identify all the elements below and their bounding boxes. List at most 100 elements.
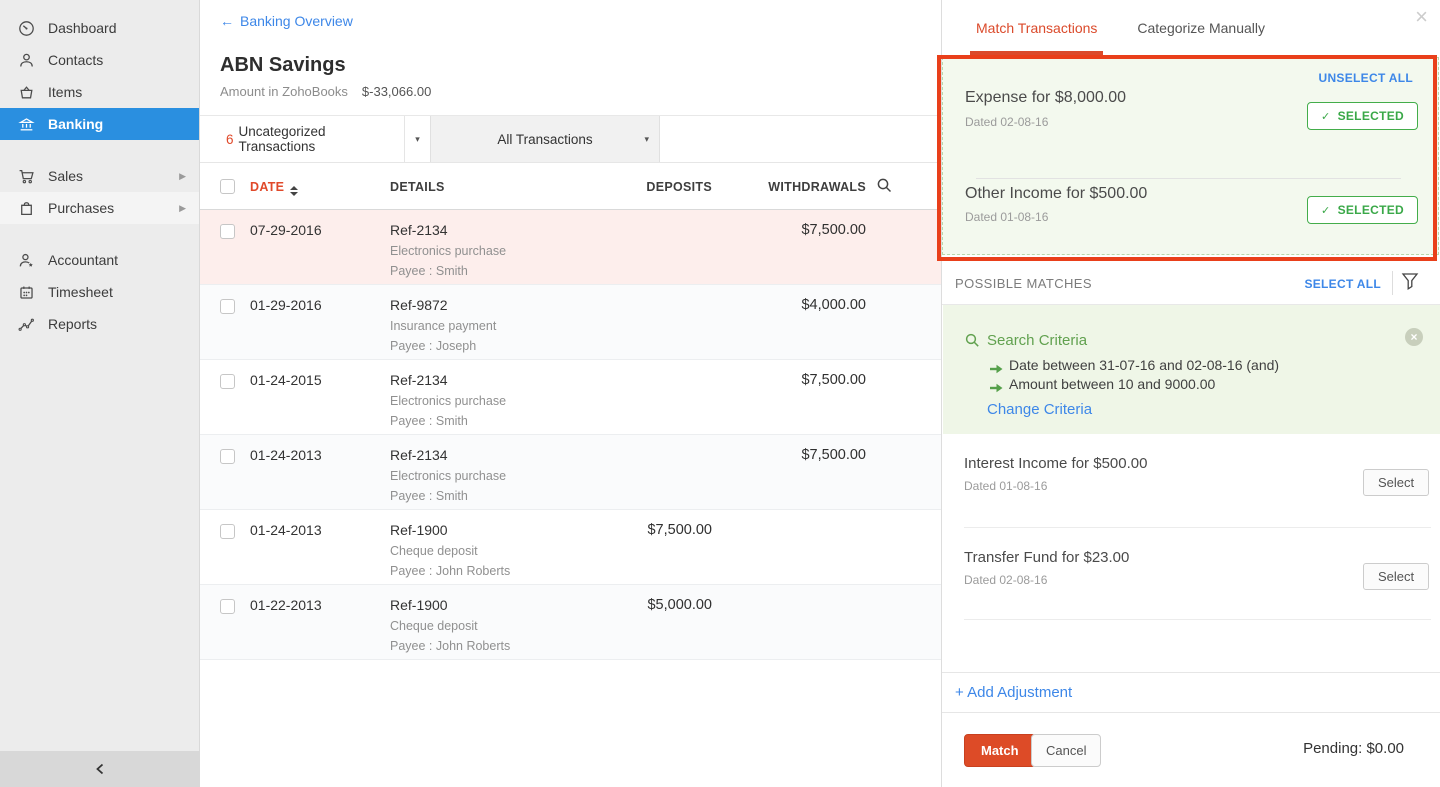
transaction-date: 01-24-2015 (250, 372, 322, 388)
transaction-ref: Ref-2134 (390, 222, 448, 238)
chevron-right-icon: ▶ (179, 203, 186, 214)
add-adjustment-link[interactable]: + Add Adjustment (955, 684, 1072, 701)
items-icon (18, 84, 35, 101)
sidebar-item-label: Purchases (48, 200, 114, 216)
divider (964, 619, 1431, 620)
selected-button[interactable]: ✓SELECTED (1307, 196, 1418, 224)
sidebar: Dashboard Contacts Items Banking Sales ▶ (0, 0, 200, 787)
close-criteria-icon[interactable]: × (1405, 328, 1423, 346)
uncategorized-dropdown-button[interactable]: ▾ (404, 116, 430, 162)
sidebar-item-purchases[interactable]: Purchases ▶ (0, 192, 199, 224)
transaction-date: 01-22-2013 (250, 597, 322, 613)
row-checkbox[interactable] (220, 299, 235, 314)
uncategorized-transactions-tab[interactable]: 6 Uncategorized Transactions (200, 116, 404, 162)
back-link-label: Banking Overview (240, 13, 353, 29)
table-row[interactable]: 07-29-2016 Ref-2134 Electronics purchase… (200, 210, 941, 285)
close-icon[interactable]: × (1415, 6, 1428, 28)
panel-tabs: Match Transactions Categorize Manually × (942, 0, 1440, 55)
search-icon[interactable] (876, 177, 893, 197)
match-item-dated: Dated 01-08-16 (964, 479, 1047, 493)
selected-item-dated: Dated 02-08-16 (965, 115, 1048, 129)
table-row[interactable]: 01-24-2013 Ref-2134 Electronics purchase… (200, 435, 941, 510)
check-icon: ✓ (1321, 204, 1331, 217)
transactions-filter-bar: 6 Uncategorized Transactions ▾ All Trans… (200, 115, 941, 163)
transactions-table: 07-29-2016 Ref-2134 Electronics purchase… (200, 210, 941, 660)
dashboard-icon (18, 20, 35, 37)
contacts-icon (18, 52, 35, 69)
transaction-payee: Payee : Smith (390, 264, 468, 278)
uncategorized-count: 6 (226, 132, 234, 147)
transaction-deposit: $5,000.00 (612, 597, 712, 613)
transaction-withdrawal: $7,500.00 (746, 372, 866, 388)
divider (942, 672, 1440, 673)
transaction-date: 01-29-2016 (250, 297, 322, 313)
cancel-button[interactable]: Cancel (1031, 734, 1101, 767)
row-checkbox[interactable] (220, 524, 235, 539)
sidebar-item-banking[interactable]: Banking (0, 108, 199, 140)
sidebar-item-label: Banking (48, 116, 103, 132)
criteria-amount-line: Amount between 10 and 9000.00 (1009, 376, 1215, 392)
nav-group-divider (0, 224, 199, 244)
back-to-banking-overview-link[interactable]: ← Banking Overview (220, 13, 353, 29)
change-criteria-link[interactable]: Change Criteria (987, 401, 1092, 418)
tab-categorize-manually[interactable]: Categorize Manually (1131, 0, 1271, 55)
account-subtitle: Amount in ZohoBooks $-33,066.00 (220, 84, 431, 99)
sidebar-item-accountant[interactable]: Accountant (0, 244, 199, 276)
transaction-payee: Payee : Smith (390, 489, 468, 503)
selected-button[interactable]: ✓SELECTED (1307, 102, 1418, 130)
sidebar-item-reports[interactable]: Reports (0, 308, 199, 340)
sidebar-item-sales[interactable]: Sales ▶ (0, 160, 199, 192)
transaction-withdrawal: $7,500.00 (746, 222, 866, 238)
account-title: ABN Savings (220, 54, 346, 77)
sidebar-item-contacts[interactable]: Contacts (0, 44, 199, 76)
selected-matches-section: UNSELECT ALL Expense for $8,000.00 Dated… (942, 57, 1439, 255)
transaction-date: 01-24-2013 (250, 447, 322, 463)
column-header-date[interactable]: DATE (250, 180, 298, 196)
row-checkbox[interactable] (220, 449, 235, 464)
possible-matches-title: POSSIBLE MATCHES (955, 276, 1092, 291)
selected-item-title: Other Income for $500.00 (965, 185, 1147, 203)
match-item-title: Interest Income for $500.00 (964, 455, 1147, 472)
match-button[interactable]: Match (964, 734, 1036, 767)
banking-icon (18, 116, 35, 133)
uncategorized-label: Uncategorized Transactions (239, 124, 404, 154)
filter-icon[interactable] (1401, 272, 1419, 297)
amount-label: Amount in ZohoBooks (220, 84, 348, 99)
column-header-deposits: DEPOSITS (612, 180, 712, 194)
select-button[interactable]: Select (1363, 469, 1429, 496)
sidebar-item-dashboard[interactable]: Dashboard (0, 12, 199, 44)
divider (942, 712, 1440, 713)
tab-match-transactions[interactable]: Match Transactions (970, 0, 1103, 55)
table-row[interactable]: 01-22-2013 Ref-1900 Cheque deposit Payee… (200, 585, 941, 660)
back-arrow-icon: ← (220, 13, 234, 29)
select-button[interactable]: Select (1363, 563, 1429, 590)
row-checkbox[interactable] (220, 599, 235, 614)
match-item-dated: Dated 02-08-16 (964, 573, 1047, 587)
row-checkbox[interactable] (220, 224, 235, 239)
sidebar-item-timesheet[interactable]: Timesheet (0, 276, 199, 308)
selected-item-title: Expense for $8,000.00 (965, 89, 1126, 107)
possible-matches-header: POSSIBLE MATCHES SELECT ALL (942, 261, 1440, 305)
transaction-payee: Payee : Smith (390, 414, 468, 428)
transaction-ref: Ref-1900 (390, 522, 448, 538)
table-row[interactable]: 01-24-2015 Ref-2134 Electronics purchase… (200, 360, 941, 435)
select-all-checkbox[interactable] (220, 179, 235, 194)
sidebar-collapse-button[interactable] (0, 751, 200, 787)
unselect-all-link[interactable]: UNSELECT ALL (1319, 71, 1414, 85)
amount-value: $-33,066.00 (362, 84, 431, 99)
row-checkbox[interactable] (220, 374, 235, 389)
table-header: DATE DETAILS DEPOSITS WITHDRAWALS (200, 163, 941, 210)
transaction-deposit: $7,500.00 (612, 522, 712, 538)
criteria-date-line: Date between 31-07-16 and 02-08-16 (and) (1009, 357, 1279, 373)
sidebar-item-label: Dashboard (48, 20, 117, 36)
transaction-payee: Payee : John Roberts (390, 639, 510, 653)
transaction-date: 01-24-2013 (250, 522, 322, 538)
divider (1392, 271, 1393, 295)
sort-icon (290, 186, 298, 196)
select-all-link[interactable]: SELECT ALL (1304, 277, 1381, 291)
all-transactions-dropdown[interactable]: All Transactions ▾ (430, 116, 660, 162)
table-row[interactable]: 01-29-2016 Ref-9872 Insurance payment Pa… (200, 285, 941, 360)
sidebar-item-items[interactable]: Items (0, 76, 199, 108)
pending-amount: Pending: $0.00 (1303, 740, 1404, 757)
table-row[interactable]: 01-24-2013 Ref-1900 Cheque deposit Payee… (200, 510, 941, 585)
